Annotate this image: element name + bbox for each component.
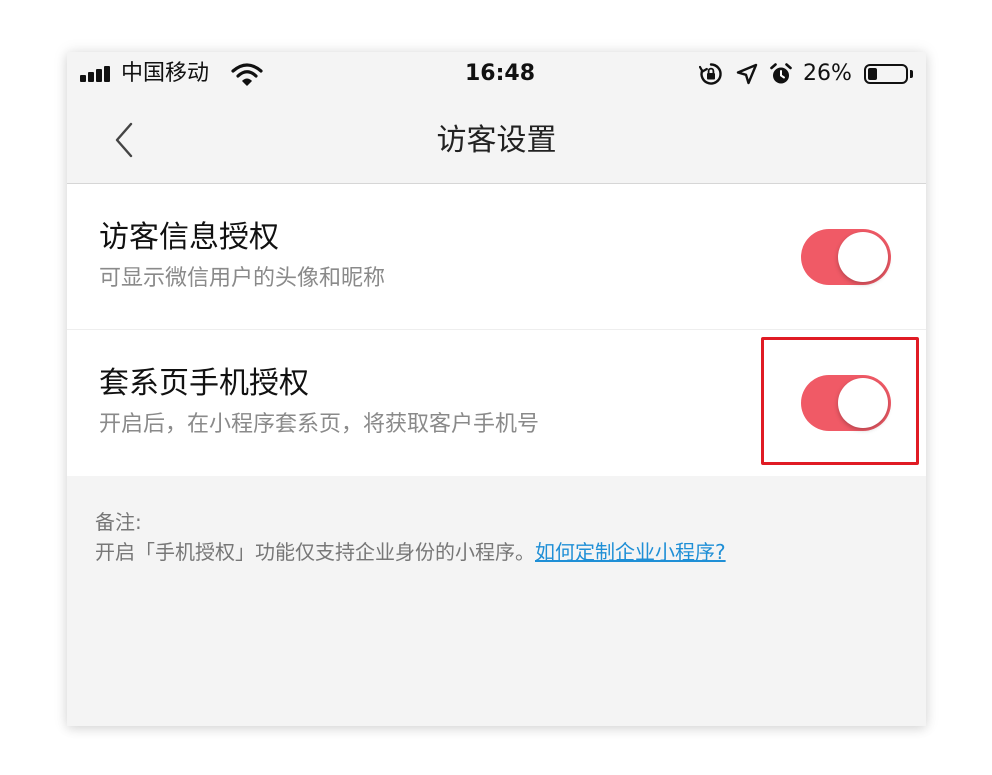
status-bar: 中国移动 16:48 26% bbox=[67, 52, 926, 98]
alarm-icon bbox=[770, 63, 792, 84]
page-title: 访客设置 bbox=[436, 123, 557, 158]
setting-description: 开启后，在小程序套系页，将获取客户手机号 bbox=[99, 412, 540, 437]
toggle-knob bbox=[838, 232, 888, 282]
setting-title: 套系页手机授权 bbox=[99, 366, 309, 401]
settings-list: 访客信息授权 可显示微信用户的头像和昵称 套系页手机授权 开启后，在小程序套系页… bbox=[67, 184, 926, 476]
custom-enterprise-miniprogram-link[interactable]: 如何定制企业小程序? bbox=[535, 540, 726, 564]
phone-screen: 中国移动 16:48 26% 访客设置 访客信息授权 可显示微信用户的头像和昵称… bbox=[67, 52, 926, 726]
note-label: 备注: bbox=[95, 510, 142, 534]
setting-description: 可显示微信用户的头像和昵称 bbox=[99, 266, 386, 291]
toggle-knob bbox=[838, 378, 888, 428]
location-icon bbox=[736, 63, 758, 85]
battery-cap bbox=[910, 70, 913, 78]
navigation-bar: 访客设置 bbox=[67, 98, 926, 184]
note-text: 开启「手机授权」功能仅支持企业身份的小程序。如何定制企业小程序? bbox=[95, 538, 726, 566]
rotation-lock-icon bbox=[699, 63, 722, 85]
package-phone-auth-toggle[interactable] bbox=[801, 375, 891, 431]
visitor-info-auth-toggle[interactable] bbox=[801, 229, 891, 285]
note-body: 开启「手机授权」功能仅支持企业身份的小程序。 bbox=[95, 540, 535, 564]
setting-title: 访客信息授权 bbox=[99, 220, 279, 255]
status-time: 16:48 bbox=[464, 61, 536, 86]
setting-visitor-info-auth: 访客信息授权 可显示微信用户的头像和昵称 bbox=[67, 184, 926, 330]
battery-fill bbox=[868, 68, 877, 80]
battery-percent: 26% bbox=[803, 61, 852, 86]
setting-package-phone-auth: 套系页手机授权 开启后，在小程序套系页，将获取客户手机号 bbox=[67, 330, 926, 476]
battery-icon bbox=[864, 64, 908, 84]
